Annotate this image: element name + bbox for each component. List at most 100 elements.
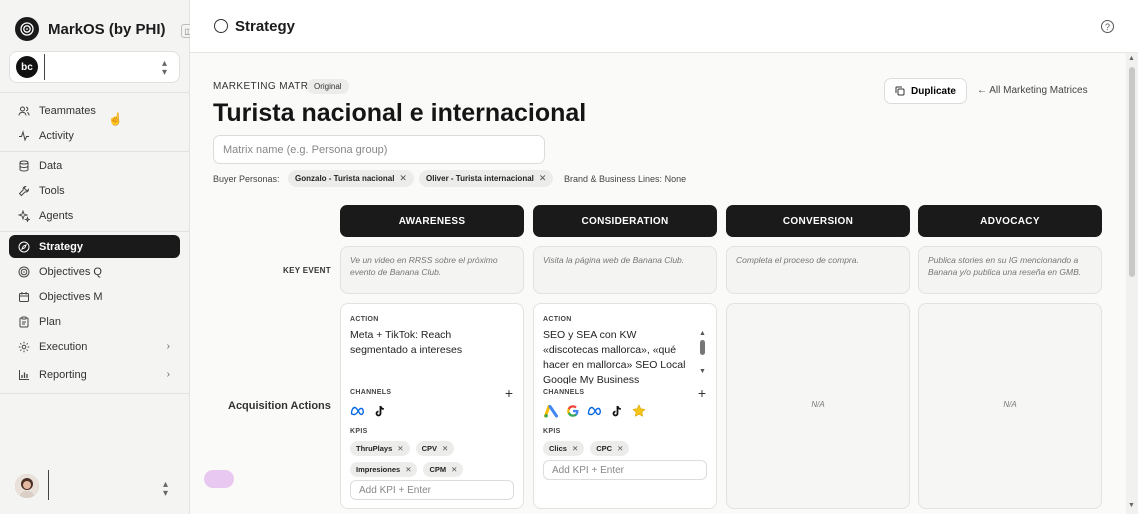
workspace-switcher[interactable]: bc ▴ ▾: [9, 51, 180, 83]
stage-header-advocacy: ADVOCACY: [918, 205, 1102, 237]
sidebar-item-label: Agents: [39, 209, 74, 222]
chevron-updown-icon[interactable]: ▴ ▾: [163, 480, 168, 499]
channel-list: [350, 403, 388, 419]
add-channel-button[interactable]: +: [505, 385, 513, 401]
scroll-thumb[interactable]: [700, 340, 705, 355]
kpi-chip[interactable]: ThruPlays ✕: [350, 441, 410, 456]
channels-label: CHANNELS: [543, 389, 585, 396]
remove-icon[interactable]: ✕: [539, 173, 547, 184]
remove-icon[interactable]: ✕: [451, 465, 457, 474]
divider: [0, 92, 190, 93]
brand[interactable]: MarkOS (by PHI): [15, 17, 166, 41]
all-matrices-link[interactable]: ← All Marketing Matrices: [977, 85, 1088, 96]
sidebar-item-plan[interactable]: Plan: [9, 310, 180, 333]
acquisition-card-conversion[interactable]: N/A: [726, 303, 910, 509]
persona-chip[interactable]: Oliver - Turista internacional ✕: [419, 170, 554, 187]
chevron-right-icon: ›: [166, 369, 170, 380]
copy-icon: [895, 86, 905, 96]
tiktok-icon[interactable]: [372, 403, 388, 419]
action-text[interactable]: SEO y SEA con KW «discotecas mallorca», …: [543, 328, 693, 384]
divider: [0, 393, 190, 394]
sidebar-item-label: Reporting: [39, 368, 87, 381]
scroll-down-icon[interactable]: ▼: [1128, 502, 1135, 509]
stage-header-consideration: CONSIDERATION: [533, 205, 717, 237]
scroll-thumb[interactable]: [1129, 67, 1135, 277]
key-event-cell[interactable]: Completa el proceso de compra.: [726, 246, 910, 294]
sidebar-item-tools[interactable]: Tools: [9, 179, 180, 202]
sidebar-item-strategy[interactable]: Strategy: [9, 235, 180, 258]
add-kpi-input[interactable]: [543, 460, 707, 480]
channel-list: [543, 403, 647, 419]
help-icon[interactable]: ?: [1101, 20, 1114, 33]
key-event-cell[interactable]: Ve un video en RRSS sobre el próximo eve…: [340, 246, 524, 294]
remove-icon[interactable]: ✕: [399, 173, 407, 184]
add-kpi-input[interactable]: [350, 480, 514, 500]
bar-chart-icon: [18, 369, 30, 381]
add-channel-button[interactable]: +: [698, 385, 706, 401]
sidebar-item-execution[interactable]: Execution ›: [9, 335, 180, 358]
remove-icon[interactable]: ✕: [442, 444, 448, 453]
star-icon[interactable]: [631, 403, 647, 419]
sidebar-item-label: Data: [39, 159, 63, 172]
kpi-chip[interactable]: Clics ✕: [543, 441, 585, 456]
sidebar-item-data[interactable]: Data: [9, 154, 180, 177]
floating-pill[interactable]: [204, 470, 234, 488]
acquisition-card-advocacy[interactable]: N/A: [918, 303, 1102, 509]
acquisition-card-consideration: ACTION SEO y SEA con KW «discotecas mall…: [533, 303, 717, 509]
action-text[interactable]: Meta + TikTok: Reach segmentado a intere…: [350, 328, 500, 384]
sidebar-item-objectives-q[interactable]: Objectives Q: [9, 260, 180, 283]
sidebar-item-teammates[interactable]: Teammates: [9, 99, 180, 122]
remove-icon[interactable]: ✕: [617, 444, 623, 453]
google-icon[interactable]: [565, 403, 581, 419]
calendar-icon: [18, 291, 30, 303]
key-event-row-label: KEY EVENT: [283, 266, 331, 275]
remove-icon[interactable]: ✕: [572, 444, 578, 453]
remove-icon[interactable]: ✕: [397, 444, 403, 453]
not-applicable-text: N/A: [1003, 400, 1017, 409]
tiktok-icon[interactable]: [609, 403, 625, 419]
google-ads-icon[interactable]: [543, 403, 559, 419]
divider: [0, 231, 190, 232]
sidebar: MarkOS (by PHI) ◫ bc ▴ ▾ Teammates Activi…: [0, 0, 195, 514]
sidebar-item-reporting[interactable]: Reporting ›: [9, 363, 180, 386]
sidebar-item-agents[interactable]: Agents: [9, 204, 180, 227]
compass-icon: [18, 241, 30, 253]
kpi-chip[interactable]: CPM ✕: [423, 462, 464, 477]
stage-header-awareness: AWARENESS: [340, 205, 524, 237]
persona-chip-label: Gonzalo - Turista nacional: [295, 174, 395, 183]
matrix-name-input[interactable]: [213, 135, 545, 164]
key-event-cell[interactable]: Visita la página web de Banana Club.: [533, 246, 717, 294]
divider: [0, 151, 190, 152]
sidebar-item-label: Objectives Q: [39, 265, 102, 278]
scroll-up-icon[interactable]: ▲: [1128, 55, 1135, 62]
brand-name: MarkOS (by PHI): [48, 20, 166, 38]
matrix-title[interactable]: Turista nacional e internacional: [213, 99, 586, 128]
buyer-personas-label: Buyer Personas:: [213, 174, 280, 184]
key-event-cell[interactable]: Publica stories en su IG mencionando a B…: [918, 246, 1102, 294]
remove-icon[interactable]: ✕: [405, 465, 411, 474]
wrench-icon: [18, 185, 30, 197]
acquisition-card-awareness: ACTION Meta + TikTok: Reach segmentado a…: [340, 303, 524, 509]
persona-chip[interactable]: Gonzalo - Turista nacional ✕: [288, 170, 414, 187]
meta-icon[interactable]: [350, 403, 366, 419]
scroll-down-icon[interactable]: ▼: [699, 368, 706, 375]
kpi-chip[interactable]: CPC ✕: [590, 441, 630, 456]
duplicate-button[interactable]: Duplicate: [884, 78, 967, 104]
compass-icon: [214, 19, 228, 33]
user-divider: [48, 470, 49, 500]
scroll-up-icon[interactable]: ▲: [699, 330, 706, 337]
user-avatar[interactable]: [15, 474, 39, 498]
meta-icon[interactable]: [587, 403, 603, 419]
action-label: ACTION: [543, 316, 572, 323]
page-scrollbar[interactable]: ▲ ▼: [1126, 53, 1138, 514]
page-title: Strategy: [235, 18, 296, 35]
kpi-chip[interactable]: CPV ✕: [415, 441, 455, 456]
chevron-right-icon: ›: [166, 341, 170, 352]
action-scrollbar[interactable]: ▲ ▼: [699, 330, 707, 378]
sidebar-item-activity[interactable]: Activity: [9, 124, 180, 147]
matrix-eyebrow: MARKETING MATRIX: [213, 81, 319, 92]
sidebar-item-objectives-m[interactable]: Objectives M: [9, 285, 180, 308]
channels-label: CHANNELS: [350, 389, 392, 396]
kpi-chip[interactable]: Impresiones ✕: [350, 462, 418, 477]
sidebar-item-label: Teammates: [39, 104, 96, 117]
